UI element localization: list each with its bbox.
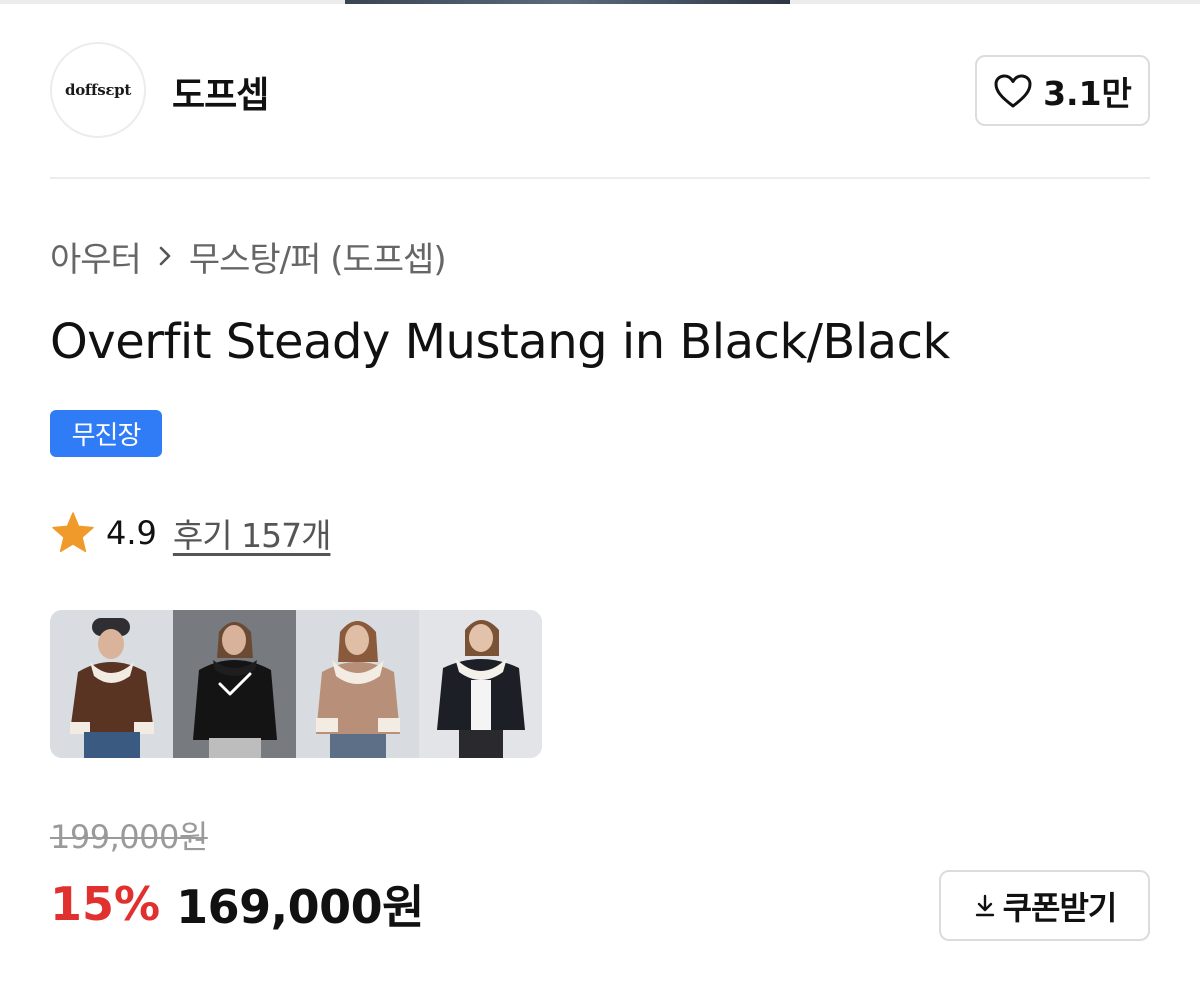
download-icon [975,894,994,916]
promo-badge: 무진장 [50,410,162,457]
product-thumbnail [70,618,154,758]
brand-logo[interactable]: doffsεpt [50,42,146,138]
product-thumbnail [437,620,525,758]
top-image-edge [0,0,1200,4]
breadcrumb: 아우터 무스탕/퍼 (도프셉) [50,232,447,281]
product-title: Overfit Steady Mustang in Black/Black [50,314,950,370]
rating: 4.9 후기 157개 [50,508,332,558]
price-row: 15% 169,000원 [50,872,424,936]
product-thumbnail [316,621,400,758]
original-price: 199,000원 [50,818,208,856]
checkmark-icon [218,672,251,696]
heart-icon [994,74,1032,107]
like-count: 3.1만 [1043,73,1132,113]
brand-name[interactable]: 도프셉 [172,66,269,118]
coupon-label: 쿠폰받기 [1002,888,1118,927]
discount-rate: 15% [50,877,161,931]
brand-logo-text: doffsεpt [65,81,131,99]
color-options [50,610,542,758]
star-icon [52,512,94,553]
breadcrumb-current[interactable]: 무스탕/퍼 (도프셉) [189,232,447,281]
product-page: doffsεpt 도프셉 3.1만 아우터 무스탕/퍼 (도프셉) Overfi… [0,0,1200,984]
breadcrumb-parent[interactable]: 아우터 [50,232,142,281]
like-button[interactable]: 3.1만 [975,55,1150,126]
color-option-brown[interactable] [50,610,173,758]
selected-overlay [173,610,296,758]
coupon-button[interactable]: 쿠폰받기 [939,870,1150,941]
review-count-link[interactable]: 후기 157개 [173,509,332,557]
header-divider [50,177,1150,179]
color-option-black[interactable] [173,610,296,758]
product-image-edge [345,0,790,4]
color-option-beige[interactable] [296,610,419,758]
color-option-black-white-collar[interactable] [419,610,542,758]
sale-price: 169,000원 [176,880,424,934]
rating-score: 4.9 [106,514,157,552]
chevron-right-icon [155,243,175,269]
